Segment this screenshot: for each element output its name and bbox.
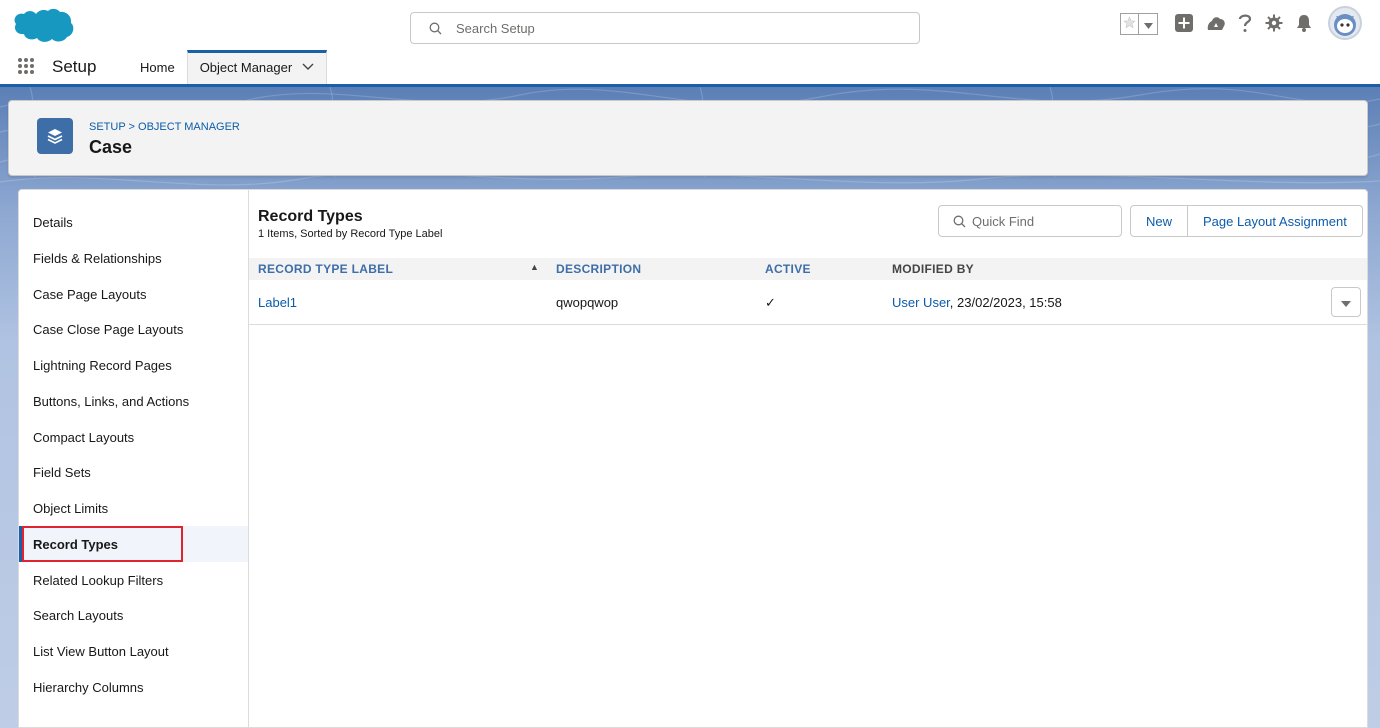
search-icon [953, 215, 966, 228]
table-row: Label1 qwopqwop ✓ User User, 23/02/2023,… [249, 280, 1367, 325]
setup-gear-button[interactable] [1262, 12, 1286, 36]
favorites-group [1120, 13, 1158, 35]
notifications-button[interactable] [1292, 12, 1316, 36]
sidebar-item-related-lookup-filters[interactable]: Related Lookup Filters [19, 562, 248, 598]
sidebar-item-details[interactable]: Details [19, 204, 248, 240]
context-navigation: Setup Home Object Manager [0, 50, 1380, 87]
question-icon [1238, 13, 1252, 36]
chevron-down-icon[interactable] [302, 63, 314, 71]
global-actions-button[interactable] [1172, 12, 1196, 36]
breadcrumb[interactable]: SETUP > OBJECT MANAGER [89, 121, 240, 133]
global-header: Search Setup [0, 0, 1380, 50]
favorites-list-button[interactable] [1139, 13, 1158, 35]
sidebar-item-field-sets[interactable]: Field Sets [19, 454, 248, 490]
sidebar-item-label: Field Sets [33, 464, 91, 480]
sidebar-item-object-limits[interactable]: Object Limits [19, 490, 248, 526]
sidebar-item-label: Case Close Page Layouts [33, 321, 184, 337]
caret-down-icon [1341, 295, 1351, 310]
sidebar-item-case-close-page-layouts[interactable]: Case Close Page Layouts [19, 311, 248, 347]
section-title: Record Types [258, 208, 363, 225]
gear-icon [1265, 14, 1283, 35]
sidebar-item-label: Hierarchy Columns [33, 679, 144, 695]
search-placeholder: Search Setup [456, 20, 535, 36]
sidebar-item-buttons-links-actions[interactable]: Buttons, Links, and Actions [19, 383, 248, 419]
search-icon [429, 22, 442, 35]
sidebar-item-label: Compact Layouts [33, 429, 135, 445]
modified-by-date: , 23/02/2023, 15:58 [949, 295, 1062, 310]
trailhead-icon [1206, 14, 1226, 35]
object-header: SETUP > OBJECT MANAGER Case [8, 100, 1368, 176]
record-types-panel: Record Types 1 Items, Sorted by Record T… [249, 190, 1367, 727]
sort-ascending-icon: ▲ [530, 262, 539, 272]
quick-find-input[interactable]: Quick Find [938, 205, 1122, 237]
tab-object-manager[interactable]: Object Manager [186, 50, 328, 84]
section-subtitle: 1 Items, Sorted by Record Type Label [258, 228, 443, 240]
content-panel: Details Fields & Relationships Case Page… [18, 189, 1368, 728]
action-buttons: New Page Layout Assignment [1130, 205, 1363, 237]
tab-home-label: Home [140, 59, 175, 75]
table-header: RECORD TYPE LABEL ▲ DESCRIPTION ACTIVE M… [249, 258, 1367, 280]
quick-find-placeholder: Quick Find [972, 213, 1035, 229]
favorite-star-button[interactable] [1120, 13, 1139, 35]
page-title: Case [89, 137, 133, 157]
help-button[interactable] [1233, 12, 1257, 36]
sidebar-item-label: Lightning Record Pages [33, 357, 172, 373]
sidebar-item-list-view-button-layout[interactable]: List View Button Layout [19, 633, 248, 669]
description-cell: qwopqwop [556, 295, 619, 310]
object-sidebar: Details Fields & Relationships Case Page… [19, 190, 249, 727]
user-avatar[interactable] [1328, 6, 1362, 40]
sidebar-item-label: Search Layouts [33, 607, 124, 623]
star-icon [1123, 16, 1136, 32]
active-checkmark-icon: ✓ [765, 295, 776, 310]
sidebar-item-label: Buttons, Links, and Actions [33, 393, 190, 409]
column-header-record-type-label[interactable]: RECORD TYPE LABEL [258, 258, 393, 280]
tab-home[interactable]: Home [127, 50, 187, 84]
trailhead-button[interactable] [1204, 12, 1228, 36]
sidebar-item-compact-layouts[interactable]: Compact Layouts [19, 419, 248, 455]
column-header-active[interactable]: ACTIVE [765, 258, 811, 280]
modified-by-cell: User User, 23/02/2023, 15:58 [892, 280, 1062, 325]
salesforce-cloud-logo[interactable] [8, 8, 76, 50]
column-header-modified-by: MODIFIED BY [892, 262, 974, 276]
row-actions-button[interactable] [1331, 287, 1361, 317]
app-name: Setup [52, 57, 97, 76]
sidebar-item-label: Object Limits [33, 500, 109, 516]
sidebar-item-hierarchy-columns[interactable]: Hierarchy Columns [19, 669, 248, 705]
page-layout-assignment-button[interactable]: Page Layout Assignment [1188, 205, 1363, 237]
selection-highlight-box [22, 526, 183, 562]
sidebar-item-case-page-layouts[interactable]: Case Page Layouts [19, 276, 248, 312]
record-type-link[interactable]: Label1 [258, 280, 297, 325]
sidebar-item-label: List View Button Layout [33, 643, 169, 659]
sidebar-item-fields-relationships[interactable]: Fields & Relationships [19, 240, 248, 276]
column-header-description[interactable]: DESCRIPTION [556, 258, 641, 280]
caret-down-icon [1143, 17, 1153, 32]
sidebar-item-label: Details [33, 214, 73, 230]
bell-icon [1296, 14, 1312, 35]
stack-icon [37, 118, 73, 154]
search-setup-input[interactable]: Search Setup [410, 12, 920, 44]
sidebar-item-label: Related Lookup Filters [33, 572, 164, 588]
add-icon [1175, 13, 1193, 35]
new-button[interactable]: New [1130, 205, 1189, 237]
modified-by-user-link[interactable]: User User [892, 295, 950, 310]
sidebar-item-lightning-record-pages[interactable]: Lightning Record Pages [19, 347, 248, 383]
sidebar-item-label: Case Page Layouts [33, 286, 147, 302]
sidebar-item-search-layouts[interactable]: Search Layouts [19, 597, 248, 633]
sidebar-item-label: Fields & Relationships [33, 250, 162, 266]
tab-object-manager-label: Object Manager [199, 59, 293, 75]
